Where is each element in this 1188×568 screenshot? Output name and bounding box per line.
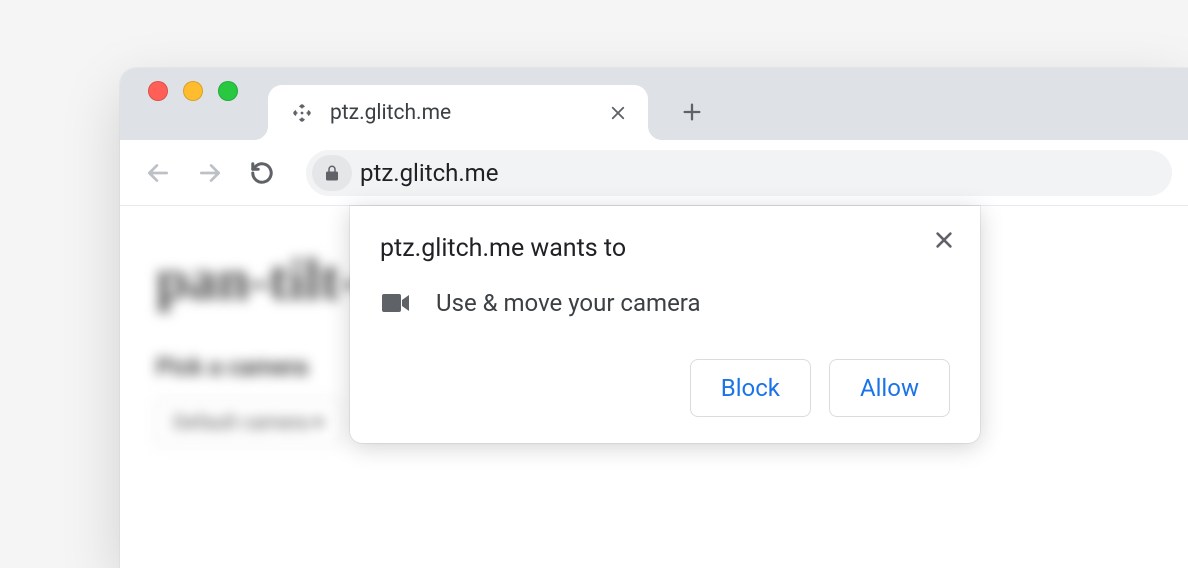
dialog-title: ptz.glitch.me wants to — [380, 234, 950, 263]
block-button[interactable]: Block — [690, 359, 811, 417]
minimize-window-button[interactable] — [183, 81, 203, 101]
toolbar: ptz.glitch.me — [120, 140, 1188, 206]
address-text: ptz.glitch.me — [360, 159, 498, 187]
forward-button[interactable] — [188, 151, 232, 195]
allow-button[interactable]: Allow — [829, 359, 950, 417]
address-bar[interactable]: ptz.glitch.me — [306, 150, 1172, 196]
close-dialog-button[interactable] — [930, 226, 958, 254]
reload-button[interactable] — [240, 151, 284, 195]
move-icon — [290, 101, 314, 125]
permission-row: Use & move your camera — [380, 289, 950, 317]
permission-dialog: ptz.glitch.me wants to Use & move your c… — [350, 206, 980, 443]
dialog-buttons: Block Allow — [380, 359, 950, 417]
tab-title: ptz.glitch.me — [330, 101, 590, 125]
browser-tab[interactable]: ptz.glitch.me — [268, 85, 648, 140]
tab-strip: ptz.glitch.me — [120, 68, 1188, 140]
new-tab-button[interactable] — [670, 90, 714, 134]
close-tab-button[interactable] — [606, 101, 630, 125]
camera-icon — [382, 293, 410, 313]
browser-window: ptz.glitch.me — [120, 68, 1188, 568]
lock-icon[interactable] — [312, 155, 352, 191]
window-controls — [134, 68, 268, 140]
close-window-button[interactable] — [148, 81, 168, 101]
maximize-window-button[interactable] — [218, 81, 238, 101]
camera-select[interactable]: Default camera ▾ — [156, 399, 341, 445]
back-button[interactable] — [136, 151, 180, 195]
page-content: pan-tilt-zoom Pick a camera Default came… — [120, 206, 1188, 568]
permission-text: Use & move your camera — [436, 289, 701, 317]
